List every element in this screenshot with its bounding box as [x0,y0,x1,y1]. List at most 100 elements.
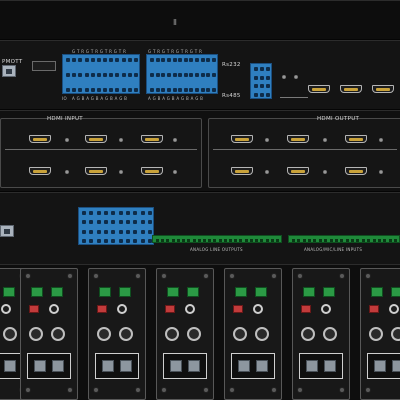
screw [203,273,209,279]
terminal-pin [161,58,166,62]
terminal-pin [260,84,264,89]
terminal-pin [66,88,70,92]
terminal-pin [345,239,349,242]
terminal-pin [234,239,238,242]
terminal-pin [197,239,201,242]
terminal-pin [103,88,108,92]
port-led [323,170,327,174]
terminal-pin [260,93,264,97]
terminal-pin [189,58,194,62]
terminal-pin [161,239,165,242]
rear-panel-photo: Ⅱ PMOTT IO G T R G T R G T R G T R A G B… [0,0,400,400]
terminal-pin [249,239,253,242]
terminal-block [255,287,267,297]
top-strip: Ⅱ [0,0,400,40]
hdmi-port [345,135,367,143]
terminal-pin [150,58,154,62]
dip-switch [97,305,107,313]
hdmi-port [287,167,309,175]
terminal-pin [200,58,205,62]
terminal-block [323,287,335,297]
connector-window [163,353,207,379]
rj45-port [392,360,400,372]
terminal-pin [297,239,301,242]
terminal-pin [156,239,159,242]
terminal-pin [172,73,177,77]
terminal-pin [254,93,258,97]
terminal-block [235,287,247,297]
terminal-pin [96,211,101,215]
audio-jack [369,327,383,341]
screw [229,387,235,393]
terminal-pin [340,239,344,242]
terminal-pin [212,58,216,62]
terminal-pin [223,239,227,242]
connector-window [299,353,343,379]
terminal-pin [127,88,132,92]
screw [161,273,167,279]
terminal-pin [166,58,171,62]
rs232-label: Rs232 [222,62,241,68]
screw [135,387,141,393]
model-label: PMOTT [2,59,23,65]
audio-module [156,268,214,400]
terminal-pin [118,239,123,243]
terminal-pin [103,58,108,62]
terminal-pin [183,88,188,92]
port-led [119,170,123,174]
rj45-port [256,360,268,372]
terminal-pin [202,239,206,242]
terminal-pin [372,239,376,242]
terminal-block [31,287,43,297]
terminal-pin [90,58,95,62]
port-led [119,138,123,142]
port-led [173,170,177,174]
terminal-b-top-label: G T R G T R G T R G T R [148,49,203,54]
terminal-pin [155,88,160,92]
hdmi-input-label: HDMI INPUT [47,116,83,122]
terminal-pin [195,88,200,92]
terminal-pin [189,73,194,77]
terminal-pin [111,229,116,234]
screw [67,387,73,393]
terminal-pin [140,229,145,234]
terminal-pin [121,73,126,77]
screw [271,273,277,279]
terminal-pin [367,239,371,242]
terminal-pin [266,75,270,80]
hdmi-port [141,135,163,143]
terminal-pin [109,88,114,92]
terminal-pin [172,88,177,92]
gain-knob [389,304,399,314]
terminal-pin [78,88,83,92]
mic-line-input-terminals [288,235,400,243]
terminal-pin [96,229,101,234]
terminal-pin [111,211,116,215]
terminal-pin [133,211,138,215]
port-led [265,170,269,174]
terminal-pin [212,73,216,77]
terminal-pin [140,220,145,225]
terminal-pin [176,239,180,242]
dip-switch [369,305,379,313]
terminal-pin [96,220,101,225]
serial-terminal-block-a [62,54,140,94]
gain-knob [185,304,195,314]
terminal-pin [148,229,152,234]
audio-jack [29,327,43,341]
gain-knob [117,304,127,314]
terminal-pin [72,58,77,62]
screw [203,387,209,393]
screw [365,387,371,393]
line-output-terminals [152,235,282,243]
terminal-pin [115,73,120,77]
screw [93,273,99,279]
terminal-pin [292,239,295,242]
terminal-pin [260,75,264,80]
connector-window [367,353,400,379]
ethernet-port [0,225,14,237]
terminal-pin [121,58,126,62]
terminal-pin [104,239,108,243]
terminal-block [167,287,179,297]
screw [25,273,31,279]
